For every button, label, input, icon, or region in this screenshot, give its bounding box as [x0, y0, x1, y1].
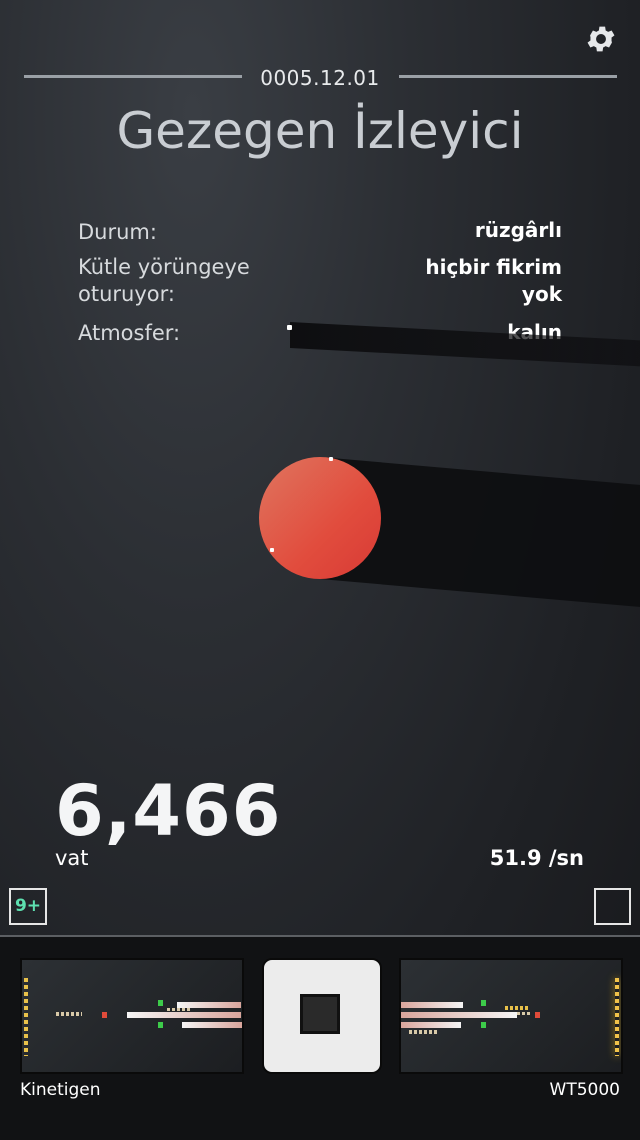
status-pixels — [505, 1006, 529, 1010]
page-title: Gezegen İzleyici — [116, 102, 524, 160]
output-bar — [401, 1022, 461, 1028]
output-bar — [182, 1022, 242, 1028]
status-pixels — [167, 1008, 191, 1011]
machine-panel-kinetigen[interactable] — [20, 958, 244, 1074]
level-meter — [24, 978, 28, 1056]
energy-value: 6,466 — [55, 770, 282, 852]
status-pixels — [56, 1012, 82, 1016]
planet[interactable] — [259, 457, 381, 579]
status-pixels — [409, 1030, 439, 1034]
energy-unit: vat — [55, 846, 89, 870]
status-pixel-green — [481, 1000, 486, 1006]
machine-panel-wt5000[interactable] — [399, 958, 623, 1074]
status-pixel-green — [481, 1022, 486, 1028]
status-pixel-green — [158, 1022, 163, 1028]
machine-label-kinetigen: Kinetigen — [20, 1080, 101, 1100]
stat-label-status: Durum: — [78, 220, 157, 244]
status-pixel-green — [158, 1000, 163, 1006]
output-bar — [127, 1012, 241, 1018]
energy-rate: 51.9 /sn — [489, 846, 584, 870]
output-bar — [401, 1012, 517, 1018]
machine-label-wt5000: WT5000 — [549, 1080, 620, 1100]
notification-badge[interactable]: 9+ — [9, 888, 47, 925]
status-pixel-red — [535, 1012, 540, 1018]
level-meter — [615, 978, 619, 1056]
status-pixel-red — [102, 1012, 107, 1018]
stat-value-status: rüzgârlı — [474, 218, 562, 242]
game-date: 0005.12.01 — [260, 66, 380, 90]
gear-icon[interactable] — [584, 22, 618, 56]
stat-label-orbit-mass: Kütle yörüngeye oturuyor: — [78, 255, 250, 306]
moon — [287, 325, 292, 330]
orbit-trail — [290, 322, 640, 367]
stop-icon — [300, 994, 340, 1034]
status-pixels — [517, 1012, 531, 1015]
output-bar — [401, 1002, 463, 1008]
fullscreen-button[interactable] — [594, 888, 631, 925]
stat-value-orbit-mass: hiçbir fikrim yok — [425, 255, 562, 306]
moon-small — [329, 457, 333, 461]
moon-small-2 — [270, 548, 274, 552]
stat-label-atmosphere: Atmosfer: — [78, 321, 181, 345]
